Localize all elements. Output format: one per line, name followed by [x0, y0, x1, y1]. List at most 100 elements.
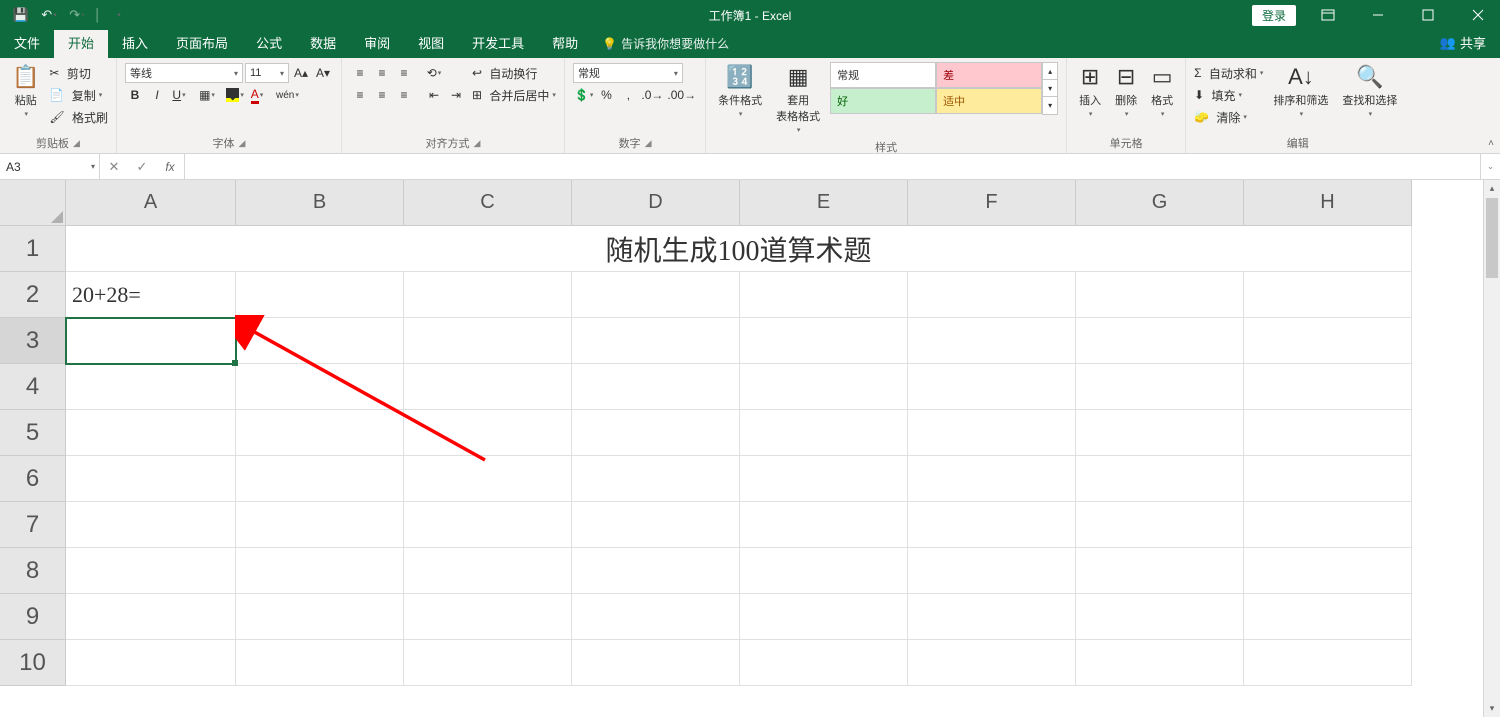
col-header-E[interactable]: E — [740, 180, 908, 226]
cell-A1[interactable]: 随机生成100道算术题 — [66, 226, 1412, 272]
cell-A5[interactable] — [66, 410, 236, 456]
cell-G4[interactable] — [1076, 364, 1244, 410]
increase-indent-icon[interactable]: ⇥ — [446, 85, 466, 105]
cell-H4[interactable] — [1244, 364, 1412, 410]
cell-D7[interactable] — [572, 502, 740, 548]
style-bad[interactable]: 差 — [936, 62, 1042, 88]
close-icon[interactable] — [1456, 0, 1500, 30]
underline-button[interactable]: U▾ — [169, 85, 189, 105]
formula-input[interactable] — [185, 154, 1480, 179]
cell-B9[interactable] — [236, 594, 404, 640]
cell-G6[interactable] — [1076, 456, 1244, 502]
cell-styles-gallery[interactable]: 常规 差 好 适中 — [830, 62, 1042, 115]
cell-A4[interactable] — [66, 364, 236, 410]
wrap-text-button[interactable]: ↩ 自动换行 — [472, 62, 556, 84]
vertical-scrollbar[interactable]: ▴ ▾ — [1483, 180, 1500, 717]
redo-icon[interactable]: ↷▾ — [64, 2, 90, 28]
chevron-down-icon[interactable]: ▾ — [1043, 80, 1057, 97]
cell-G3[interactable] — [1076, 318, 1244, 364]
qat-customize-icon[interactable]: ▾ — [106, 2, 132, 28]
tab-view[interactable]: 视图 — [404, 27, 458, 58]
cell-E2[interactable] — [740, 272, 908, 318]
cell-H2[interactable] — [1244, 272, 1412, 318]
cell-D10[interactable] — [572, 640, 740, 686]
cell-G10[interactable] — [1076, 640, 1244, 686]
grid[interactable]: A B C D E F G H 1 随机生成100道算术题 2 20+28= 3… — [0, 180, 1500, 686]
cell-F8[interactable] — [908, 548, 1076, 594]
align-right-icon[interactable]: ≡ — [394, 85, 414, 105]
increase-decimal-icon[interactable]: .0→ — [640, 85, 664, 105]
col-header-A[interactable]: A — [66, 180, 236, 226]
cell-F9[interactable] — [908, 594, 1076, 640]
sort-filter-button[interactable]: A↓排序和筛选▾ — [1269, 62, 1332, 120]
clear-button[interactable]: 🧽 清除▾ — [1194, 106, 1263, 128]
tab-data[interactable]: 数据 — [296, 27, 350, 58]
cell-H7[interactable] — [1244, 502, 1412, 548]
chevron-up-icon[interactable]: ▴ — [1043, 63, 1057, 80]
cell-E9[interactable] — [740, 594, 908, 640]
border-button[interactable]: ▦▾ — [197, 85, 217, 105]
number-format-combo[interactable]: 常规▾ — [573, 63, 683, 83]
cell-D2[interactable] — [572, 272, 740, 318]
font-name-combo[interactable]: 等线▾ — [125, 63, 243, 83]
align-bottom-icon[interactable]: ≡ — [394, 63, 414, 83]
cell-B8[interactable] — [236, 548, 404, 594]
copy-button[interactable]: 📄 复制▾ — [49, 84, 108, 106]
scroll-thumb[interactable] — [1486, 198, 1498, 278]
style-normal[interactable]: 常规 — [830, 62, 936, 88]
cell-C6[interactable] — [404, 456, 572, 502]
tab-help[interactable]: 帮助 — [538, 27, 592, 58]
cell-C8[interactable] — [404, 548, 572, 594]
enter-formula-icon[interactable]: ✓ — [128, 159, 156, 175]
tab-file[interactable]: 文件 — [0, 27, 54, 58]
cell-F2[interactable] — [908, 272, 1076, 318]
scroll-up-icon[interactable]: ▴ — [1484, 180, 1500, 197]
row-header-5[interactable]: 5 — [0, 410, 66, 456]
format-painter-button[interactable]: 🖌 格式刷 — [49, 106, 108, 128]
cell-C9[interactable] — [404, 594, 572, 640]
tab-home[interactable]: 开始 — [54, 27, 108, 58]
style-neutral[interactable]: 适中 — [936, 88, 1042, 114]
login-button[interactable]: 登录 — [1252, 5, 1296, 26]
cell-G7[interactable] — [1076, 502, 1244, 548]
cell-A10[interactable] — [66, 640, 236, 686]
row-header-4[interactable]: 4 — [0, 364, 66, 410]
gallery-scroll[interactable]: ▴▾▾ — [1042, 62, 1058, 115]
italic-button[interactable]: I — [147, 85, 167, 105]
autosum-button[interactable]: Σ 自动求和▾ — [1194, 62, 1263, 84]
col-header-H[interactable]: H — [1244, 180, 1412, 226]
cell-E8[interactable] — [740, 548, 908, 594]
cell-F3[interactable] — [908, 318, 1076, 364]
percent-icon[interactable]: % — [596, 85, 616, 105]
cell-E10[interactable] — [740, 640, 908, 686]
row-header-7[interactable]: 7 — [0, 502, 66, 548]
decrease-font-icon[interactable]: A▾ — [313, 63, 333, 83]
cell-B2[interactable] — [236, 272, 404, 318]
cell-B5[interactable] — [236, 410, 404, 456]
select-all-corner[interactable] — [0, 180, 66, 226]
cell-D8[interactable] — [572, 548, 740, 594]
col-header-B[interactable]: B — [236, 180, 404, 226]
cell-D9[interactable] — [572, 594, 740, 640]
tab-developer[interactable]: 开发工具 — [458, 27, 538, 58]
phonetic-button[interactable]: wén▾ — [275, 85, 300, 105]
align-top-icon[interactable]: ≡ — [350, 63, 370, 83]
comma-icon[interactable]: , — [618, 85, 638, 105]
tell-me-search[interactable]: 💡 告诉我你想要做什么 — [592, 29, 739, 58]
cell-H9[interactable] — [1244, 594, 1412, 640]
row-header-9[interactable]: 9 — [0, 594, 66, 640]
cell-C5[interactable] — [404, 410, 572, 456]
cell-A3[interactable] — [66, 318, 236, 364]
cell-E5[interactable] — [740, 410, 908, 456]
cell-G2[interactable] — [1076, 272, 1244, 318]
align-middle-icon[interactable]: ≡ — [372, 63, 392, 83]
minimize-icon[interactable] — [1356, 0, 1400, 30]
tab-review[interactable]: 审阅 — [350, 27, 404, 58]
cell-F5[interactable] — [908, 410, 1076, 456]
cell-D3[interactable] — [572, 318, 740, 364]
cut-button[interactable]: ✂ 剪切 — [49, 62, 108, 84]
cell-A8[interactable] — [66, 548, 236, 594]
format-table-button[interactable]: ▦套用 表格格式▾ — [772, 62, 824, 136]
dialog-launcher-icon[interactable]: ◢ — [645, 138, 652, 149]
col-header-F[interactable]: F — [908, 180, 1076, 226]
